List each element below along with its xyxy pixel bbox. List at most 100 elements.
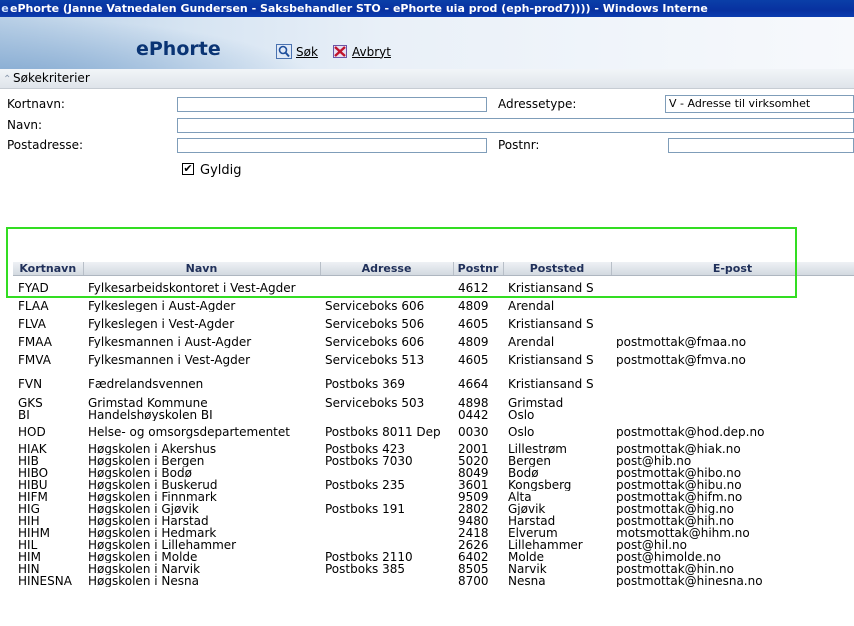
cell-navn: Høgskolen i Gjøvik (88, 503, 199, 515)
cell-kortnavn: HIL (18, 539, 38, 551)
cell-poststed: Arendal (508, 300, 555, 312)
table-row[interactable]: FLVA Fylkeslegen i Vest-Agder Serviceboks … (13, 312, 854, 336)
table-row[interactable]: HIB Høgskolen i Bergen Postboks 7030 5020 Be… (13, 455, 854, 467)
search-criteria-header[interactable]: ⌃ Søkekriterier (0, 69, 854, 89)
table-row[interactable]: HINESNA Høgskolen i Nesna 8700 Nesna postmot… (13, 575, 854, 587)
results-body: FYAD Fylkesarbeidskontoret i Vest-Agder 46… (13, 276, 854, 588)
cell-postnr: 6402 (458, 551, 489, 563)
cell-kortnavn: HIAK (18, 443, 47, 455)
cell-postnr: 8700 (458, 575, 489, 587)
cell-navn: Høgskolen i Buskerud (88, 479, 218, 491)
table-row[interactable]: GKS Grimstad Kommune Serviceboks 503 4898 Gr… (13, 397, 854, 409)
table-row[interactable]: FVN Fædrelandsvennen Postboks 369 4664 Krist… (13, 372, 854, 397)
table-row[interactable]: HIHM Høgskolen i Hedmark 2418 Elverum motsmo… (13, 527, 854, 539)
table-row[interactable]: HIH Høgskolen i Harstad 9480 Harstad postmot… (13, 515, 854, 527)
cancel-button[interactable]: Avbryt (332, 44, 391, 59)
app-banner: ePhorte Søk Avbryt (0, 17, 854, 69)
cell-navn: Høgskolen i Bergen (88, 455, 205, 467)
cancel-icon (332, 44, 348, 59)
cell-poststed: Alta (508, 491, 532, 503)
cell-kortnavn: HIBO (18, 467, 49, 479)
cell-poststed: Lillehammer (508, 539, 583, 551)
cell-postnr: 2802 (458, 503, 489, 515)
cell-adresse (320, 276, 453, 301)
cell-postnr: 4605 (458, 352, 489, 367)
cell-postnr: 0442 (458, 409, 489, 421)
cell-postnr: 8505 (458, 563, 489, 575)
column-header-adresse[interactable]: Adresse (320, 262, 454, 276)
cell-adresse (320, 515, 453, 527)
cell-poststed: Oslo (508, 424, 535, 439)
column-header-epost[interactable]: E-post (611, 262, 854, 276)
table-row[interactable]: FLAA Fylkeslegen i Aust-Agder Serviceboks … (13, 300, 854, 312)
cell-poststed: Narvik (508, 563, 547, 575)
cell-adresse: Postboks 7030 (325, 455, 413, 467)
search-button[interactable]: Søk (276, 44, 318, 59)
gyldig-checkbox[interactable]: ✔ (182, 163, 194, 175)
navn-input[interactable] (177, 118, 854, 133)
collapse-icon: ⌃ (3, 74, 12, 85)
cell-kortnavn: HIFM (18, 491, 48, 503)
cell-adresse: Postboks 369 (325, 377, 405, 391)
table-row[interactable]: FMAA Fylkesmannen i Aust-Agder Serviceboks… (13, 336, 854, 348)
cell-navn: Høgskolen i Bodø (88, 467, 192, 479)
table-row[interactable]: HIL Høgskolen i Lillehammer 2626 Lillehamme… (13, 539, 854, 551)
cell-postnr: 9509 (458, 491, 489, 503)
postnr-label: Postnr: (498, 138, 540, 152)
table-row[interactable]: HIM Høgskolen i Molde Postboks 2110 6402 Mol… (13, 551, 854, 563)
cell-poststed: Kristiansand S (508, 316, 594, 331)
cell-kortnavn: HIG (18, 503, 40, 515)
cell-epost: postmottak@hih.no (616, 515, 734, 527)
cell-adresse (320, 491, 453, 503)
cell-navn: Fylkesmannen i Aust-Agder (88, 336, 252, 348)
table-row[interactable]: HIBU Høgskolen i Buskerud Postboks 235 3601… (13, 479, 854, 491)
table-row[interactable]: HIG Høgskolen i Gjøvik Postboks 191 2802 Gjø… (13, 503, 854, 515)
postnr-input[interactable] (668, 138, 854, 153)
cell-epost: postmottak@fmaa.no (616, 336, 747, 348)
column-header-poststed[interactable]: Poststed (503, 262, 612, 276)
cell-kortnavn: FMAA (18, 336, 53, 348)
cell-poststed: Harstad (508, 515, 556, 527)
cell-postnr: 4898 (458, 397, 489, 409)
column-header-navn[interactable]: Navn (83, 262, 321, 276)
cell-poststed: Molde (508, 551, 545, 563)
kortnavn-input[interactable] (177, 97, 487, 112)
column-header-postnr[interactable]: Postnr (453, 262, 504, 276)
cell-navn: Høgskolen i Narvik (88, 563, 201, 575)
adressetype-select[interactable]: V - Adresse til virksomhet (665, 95, 854, 113)
cell-navn: Fylkesarbeidskontoret i Vest-Agder (88, 280, 296, 295)
cell-postnr: 4809 (458, 300, 489, 312)
cell-epost (611, 397, 854, 409)
table-row[interactable]: FMVA Fylkesmannen i Vest-Agder Serviceboks… (13, 348, 854, 372)
table-row[interactable]: BI Handelshøyskolen BI 0442 Oslo (13, 409, 854, 421)
table-row[interactable]: HIN Høgskolen i Narvik Postboks 385 8505 Nar… (13, 563, 854, 575)
cell-poststed: Oslo (508, 409, 535, 421)
table-row[interactable]: HIAK Høgskolen i Akershus Postboks 423 2001… (13, 443, 854, 455)
cell-adresse: Postboks 8011 Dep (325, 424, 441, 439)
cell-navn: Høgskolen i Molde (88, 551, 198, 563)
table-row[interactable]: HIFM Høgskolen i Finnmark 9509 Alta postmott… (13, 491, 854, 503)
table-row[interactable]: FYAD Fylkesarbeidskontoret i Vest-Agder 46… (13, 276, 854, 301)
cell-epost (611, 276, 854, 301)
cell-adresse: Serviceboks 513 (325, 352, 425, 367)
gyldig-label: Gyldig (200, 163, 242, 178)
window-title-bar: eePhorte (Janne Vatnedalen Gundersen - S… (0, 0, 854, 17)
cell-epost (611, 300, 854, 312)
cell-navn: Fylkesmannen i Vest-Agder (88, 352, 251, 367)
cell-postnr: 0030 (458, 424, 489, 439)
postadresse-input[interactable] (177, 138, 487, 153)
table-row[interactable]: HOD Helse- og omsorgsdepartementet Postbok… (13, 421, 854, 443)
cell-postnr: 4664 (458, 377, 489, 391)
checkmark-icon: ✔ (183, 162, 193, 175)
cell-poststed: Elverum (508, 527, 558, 539)
ie-icon: e (1, 2, 9, 15)
table-row[interactable]: HIBO Høgskolen i Bodø 8049 Bodø postmottak@h… (13, 467, 854, 479)
cell-navn: Høgskolen i Hedmark (88, 527, 217, 539)
cancel-button-label: Avbryt (352, 44, 391, 59)
column-header-kortnavn[interactable]: Kortnavn (13, 262, 84, 276)
cell-poststed: Nesna (508, 575, 546, 587)
cell-navn: Høgskolen i Akershus (88, 443, 217, 455)
cell-epost: post@hil.no (616, 539, 687, 551)
cell-postnr: 3601 (458, 479, 489, 491)
cell-kortnavn: GKS (18, 397, 43, 409)
